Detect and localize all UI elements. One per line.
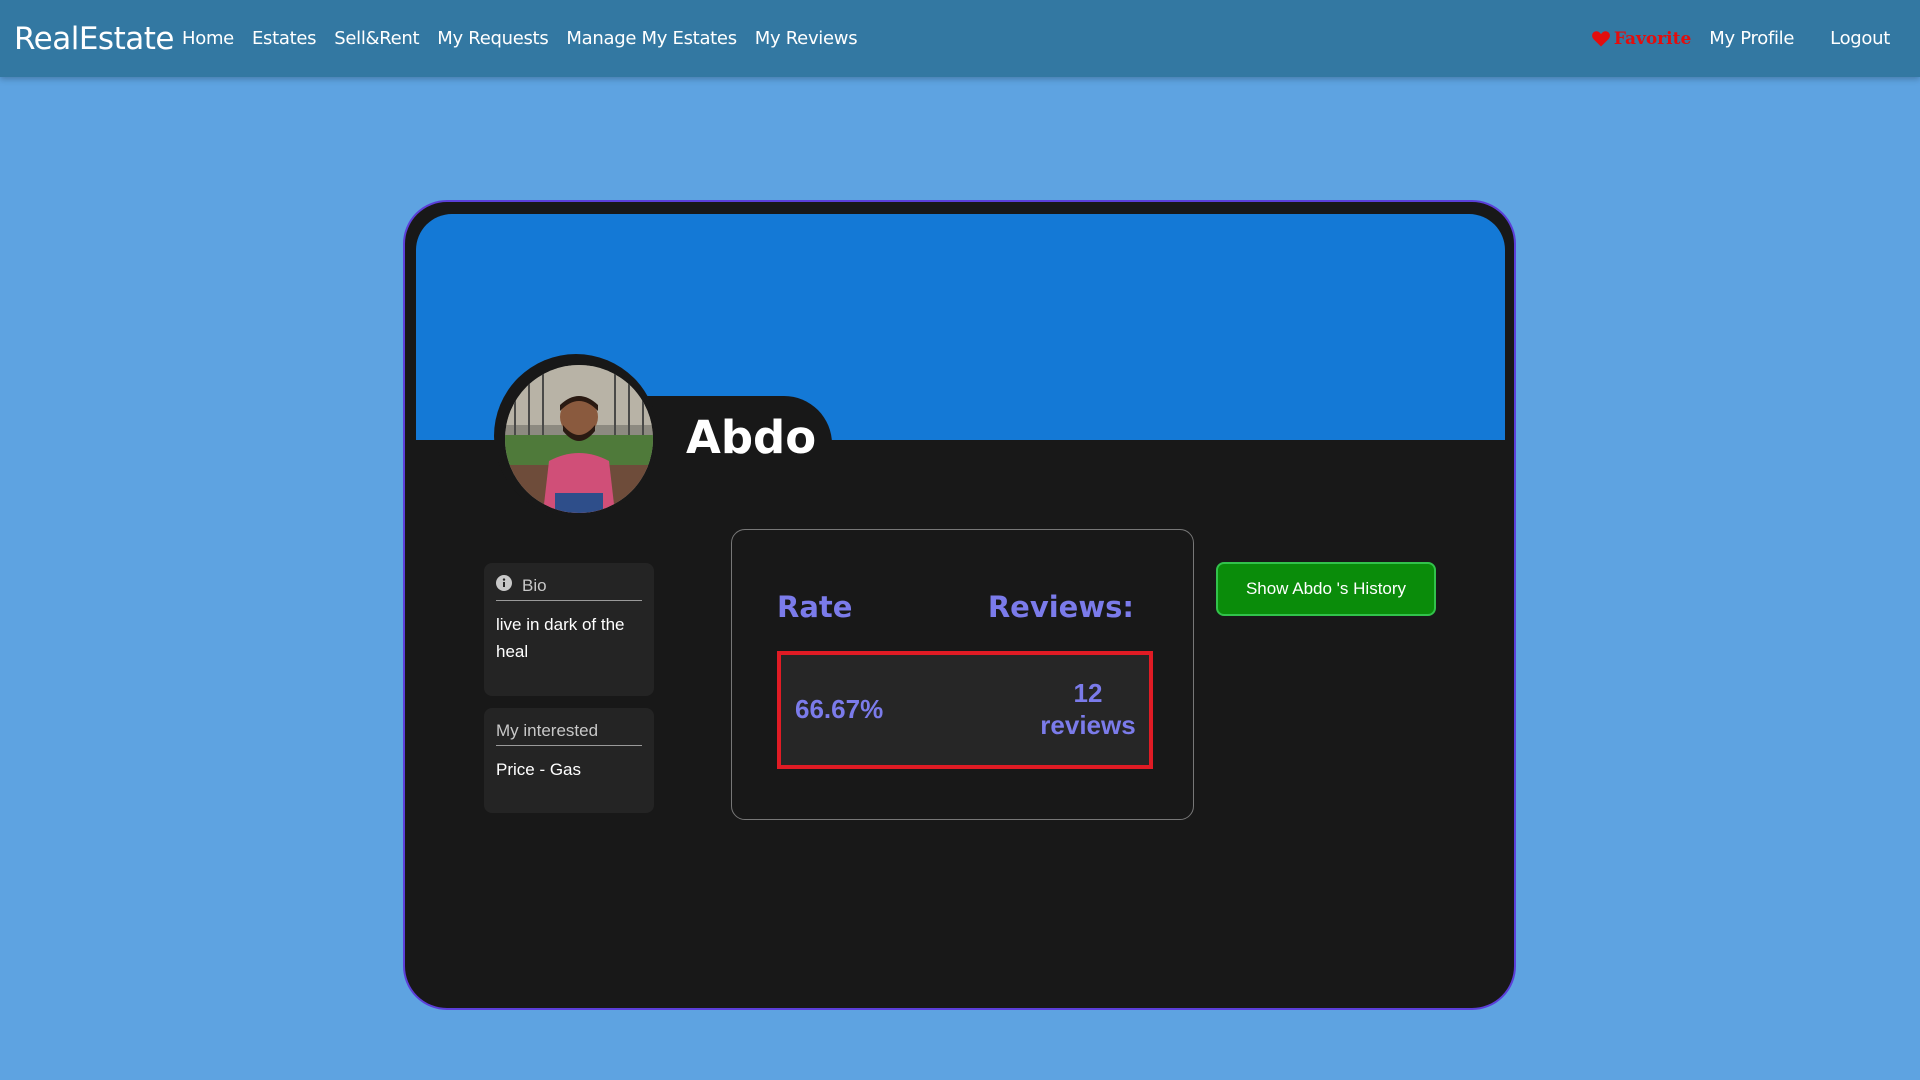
nav-my-profile[interactable]: My Profile [1709,27,1794,51]
avatar [505,365,653,513]
nav-right: Favorite My Profile Logout [1591,27,1890,51]
nav-home[interactable]: Home [182,27,234,51]
reviews-label: Reviews: [987,590,1134,624]
top-navbar: RealEstate Home Estates Sell&Rent My Req… [0,0,1920,77]
reviews-count-number: 12 [1073,678,1103,708]
nav-manage-my-estates[interactable]: Manage My Estates [566,27,737,51]
bio-title: Bio [522,576,547,595]
nav-my-reviews[interactable]: My Reviews [755,27,858,51]
bio-text: live in dark of the heal [496,615,625,661]
favorite-link[interactable]: Favorite [1591,27,1692,51]
nav-links: Home Estates Sell&Rent My Requests Manag… [182,27,875,51]
interests-box: My interested Price - Gas [484,708,654,813]
stats-panel: Rate Reviews: 66.67% 12 reviews [731,529,1194,820]
favorite-label: Favorite [1613,29,1692,49]
rate-value: 66.67% [795,694,884,724]
avatar-photo [505,365,653,513]
info-icon [496,575,512,597]
brand-logo[interactable]: RealEstate [14,20,174,58]
nav-sell-rent[interactable]: Sell&Rent [334,27,419,51]
stats-values-box: 66.67% 12 reviews [777,651,1153,769]
interests-header: My interested [496,720,642,746]
rate-label: Rate [777,590,853,624]
bio-box: Bio live in dark of the heal [484,563,654,696]
heart-icon [1591,31,1610,47]
reviews-count-unit: reviews [1040,710,1136,740]
show-history-button[interactable]: Show Abdo 's History [1216,562,1436,616]
profile-username: Abdo [686,411,817,464]
reviews-count: 12 reviews [1033,677,1143,741]
interests-title: My interested [496,721,599,740]
nav-my-requests[interactable]: My Requests [437,27,548,51]
nav-estates[interactable]: Estates [252,27,317,51]
bio-header: Bio [496,575,642,601]
interests-text: Price - Gas [496,760,582,779]
nav-logout[interactable]: Logout [1830,27,1890,51]
